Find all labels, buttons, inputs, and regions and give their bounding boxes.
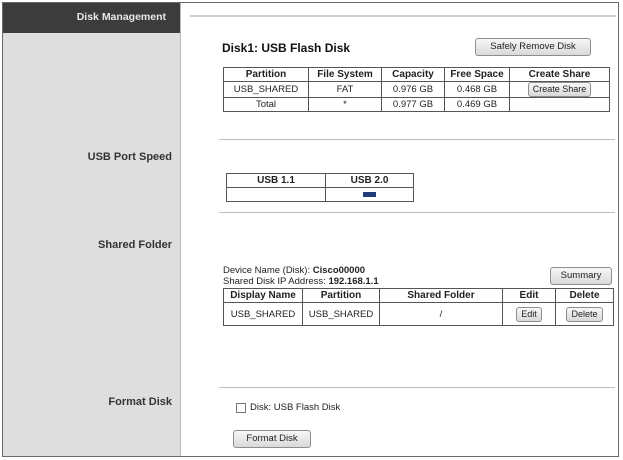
table-row: USB_SHARED FAT 0.976 GB 0.468 GB Create … [223,81,610,98]
ip-address-line: Shared Disk IP Address: 192.168.1.1 [223,276,379,287]
table-header-row: Display Name Partition Shared Folder Edi… [223,288,614,303]
usb-2-0-header: USB 2.0 [325,173,414,188]
ip-label: Shared Disk IP Address: [223,276,326,287]
display-name-cell: USB_SHARED [223,302,303,326]
usb-1-1-cell [226,187,326,202]
create-share-cell [509,97,610,112]
usb-2-0-cell [325,187,414,202]
safely-remove-disk-button[interactable]: Safely Remove Disk [475,38,591,56]
format-disk-button[interactable]: Format Disk [233,430,311,448]
shared-folder-table: Display Name Partition Shared Folder Edi… [223,288,614,326]
disk-partition-table: Partition File System Capacity Free Spac… [223,67,610,112]
filesystem-cell: * [308,97,382,112]
create-share-button[interactable]: Create Share [527,82,592,97]
format-disk-checkbox-label: Disk: USB Flash Disk [250,402,341,413]
table-row [226,187,414,202]
format-disk-checkbox[interactable] [236,403,246,413]
selected-indicator-icon [363,191,376,197]
usb-port-speed-label: USB Port Speed [87,151,172,163]
shared-folder-cell: / [379,302,503,326]
column-header: Partition [223,67,309,82]
disk-management-panel: Disk Management USB Port Speed Shared Fo… [2,2,619,457]
device-name-label: Device Name (Disk): [223,265,311,276]
section-divider [219,139,615,140]
column-header: Delete [555,288,614,303]
shared-folder-label: Shared Folder [98,239,172,251]
table-row: USB_SHARED USB_SHARED / Edit Delete [223,302,614,326]
section-divider [219,212,615,213]
column-header: Create Share [509,67,610,82]
column-header: Capacity [381,67,445,82]
column-header: Display Name [223,288,303,303]
partition-cell: USB_SHARED [223,81,309,98]
disk-title: Disk1: USB Flash Disk [222,41,351,55]
usb-speed-table: USB 1.1 USB 2.0 [226,173,414,202]
sidebar: Disk Management USB Port Speed Shared Fo… [3,3,181,456]
top-divider [190,15,616,17]
filesystem-cell: FAT [308,81,382,98]
create-share-cell: Create Share [509,81,610,98]
column-header: Free Space [444,67,510,82]
edit-cell: Edit [502,302,556,326]
table-header-row: Partition File System Capacity Free Spac… [223,67,610,82]
capacity-cell: 0.977 GB [381,97,445,112]
column-header: Shared Folder [379,288,503,303]
sidebar-header: Disk Management [3,3,180,33]
table-header-row: USB 1.1 USB 2.0 [226,173,414,188]
table-row: Total * 0.977 GB 0.469 GB [223,97,610,112]
summary-button[interactable]: Summary [550,267,612,285]
column-header: File System [308,67,382,82]
free-space-cell: 0.469 GB [444,97,510,112]
capacity-cell: 0.976 GB [381,81,445,98]
device-name-line: Device Name (Disk): Cisco00000 [223,265,365,276]
ip-value: 192.168.1.1 [328,276,379,287]
free-space-cell: 0.468 GB [444,81,510,98]
partition-cell: USB_SHARED [302,302,380,326]
edit-button[interactable]: Edit [516,306,542,322]
delete-cell: Delete [555,302,614,326]
column-header: Edit [502,288,556,303]
device-name-value: Cisco00000 [312,265,366,276]
section-divider [219,387,615,388]
usb-1-1-header: USB 1.1 [226,173,326,188]
delete-button[interactable]: Delete [566,306,603,322]
format-disk-label: Format Disk [108,396,172,408]
partition-cell: Total [223,97,309,112]
column-header: Partition [302,288,380,303]
